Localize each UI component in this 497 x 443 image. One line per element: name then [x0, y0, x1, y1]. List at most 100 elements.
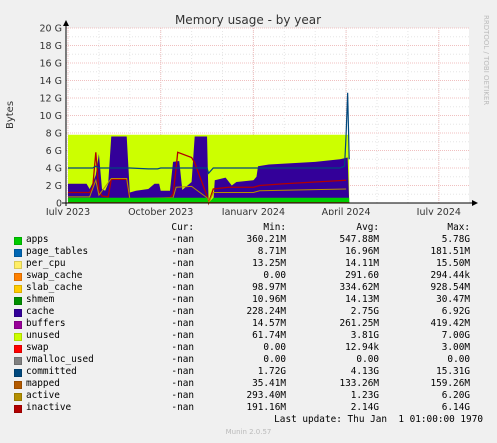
x-ticks: July 2023 October 2023 January 2024 April 2…: [45, 207, 461, 215]
legend-min: 8.71M: [257, 246, 286, 257]
legend-max: 928.54M: [430, 282, 470, 293]
x-tick-label: July 2024: [416, 207, 461, 215]
legend-avg: 261.25M: [339, 318, 379, 329]
munin-version: Munin 2.0.57: [225, 428, 272, 436]
last-update: Last update: Thu Jan 1 01:00:00 1970: [274, 414, 483, 425]
legend-cur: -nan: [171, 282, 194, 293]
legend-swatch: [14, 249, 22, 257]
legend-swatch: [14, 381, 22, 389]
legend-cur: -nan: [171, 234, 194, 245]
legend-row-per-cpu: per_cpu -nan 13.25M 14.11M 15.50M: [14, 258, 484, 270]
legend-avg: 14.11M: [345, 258, 379, 269]
legend-min: 0.00: [263, 270, 286, 281]
header-max: Max:: [447, 222, 470, 233]
legend-cur: -nan: [171, 366, 194, 377]
legend-avg: 291.60: [345, 270, 379, 281]
legend-swatch: [14, 237, 22, 245]
legend-name: slab_cache: [26, 282, 83, 293]
legend-row-unused: unused -nan 61.74M 3.81G 7.00G: [14, 330, 484, 342]
legend-swatch: [14, 285, 22, 293]
legend-row-active: active -nan 293.40M 1.23G 6.20G: [14, 390, 484, 402]
legend-cur: -nan: [171, 294, 194, 305]
x-axis-arrow: [472, 200, 478, 206]
legend-avg: 547.88M: [339, 234, 379, 245]
legend-avg: 14.13M: [345, 294, 379, 305]
legend-header: Cur: Min: Avg: Max:: [14, 222, 484, 234]
legend-swatch: [14, 309, 22, 317]
y-tick-label: 18 G: [40, 41, 62, 52]
legend-cur: -nan: [171, 390, 194, 401]
x-tick-label: April 2024: [322, 207, 371, 215]
y-tick-label: 14 G: [40, 76, 62, 87]
legend-max: 5.78G: [441, 234, 470, 245]
legend-min: 35.41M: [252, 378, 286, 389]
legend-min: 360.21M: [246, 234, 286, 245]
legend-swatch: [14, 405, 22, 413]
legend-cur: -nan: [171, 342, 194, 353]
y-tick-label: 20 G: [40, 24, 62, 35]
x-tick-label: July 2023: [45, 207, 90, 215]
legend-min: 10.96M: [252, 294, 286, 305]
y-tick-label: 6 G: [46, 146, 62, 157]
legend-min: 0.00: [263, 354, 286, 365]
legend-max: 294.44k: [430, 270, 470, 281]
legend-cur: -nan: [171, 354, 194, 365]
legend-swatch: [14, 261, 22, 269]
legend-avg: 133.26M: [339, 378, 379, 389]
legend-max: 419.42M: [430, 318, 470, 329]
legend-name: inactive: [26, 402, 72, 413]
rrdtool-credit: RRDTOOL / TOBI OETIKER: [482, 15, 490, 105]
legend-min: 191.16M: [246, 402, 286, 413]
legend-cur: -nan: [171, 306, 194, 317]
legend-row-vmalloc-used: vmalloc_used -nan 0.00 0.00 0.00: [14, 354, 484, 366]
legend-swatch: [14, 369, 22, 377]
legend-swatch: [14, 393, 22, 401]
y-ticks: 02 G4 G6 G8 G10 G12 G14 G16 G18 G20 G: [40, 24, 62, 210]
y-tick-label: 12 G: [40, 94, 62, 105]
legend-name: page_tables: [26, 246, 89, 257]
legend-row-slab-cache: slab_cache -nan 98.97M 334.62M 928.54M: [14, 282, 484, 294]
legend-avg: 12.94k: [345, 342, 379, 353]
legend-avg: 334.62M: [339, 282, 379, 293]
legend-swatch: [14, 333, 22, 341]
legend-avg: 3.81G: [350, 330, 379, 341]
legend-cur: -nan: [171, 378, 194, 389]
chart-title: Memory usage - by year: [175, 13, 321, 27]
legend-max: 181.51M: [430, 246, 470, 257]
legend-name: swap_cache: [26, 270, 83, 281]
legend-row-buffers: buffers -nan 14.57M 261.25M 419.42M: [14, 318, 484, 330]
legend-name: committed: [26, 366, 77, 377]
legend-name: vmalloc_used: [26, 354, 94, 365]
header-avg: Avg:: [356, 222, 379, 233]
legend-cur: -nan: [171, 258, 194, 269]
legend-name: swap: [26, 342, 49, 353]
legend-cur: -nan: [171, 330, 194, 341]
y-axis-arrow: [63, 20, 69, 26]
legend-avg: 2.75G: [350, 306, 379, 317]
memory-usage-chart: Memory usage - by year Bytes RRDTOOL / T…: [5, 13, 490, 215]
legend-name: per_cpu: [26, 258, 66, 269]
legend-cur: -nan: [171, 270, 194, 281]
y-axis-label: Bytes: [5, 101, 16, 129]
legend-max: 6.92G: [441, 306, 470, 317]
legend-swatch: [14, 321, 22, 329]
legend-name: mapped: [26, 378, 60, 389]
legend-rows: apps -nan 360.21M 547.88M 5.78G page_tables -n…: [14, 234, 484, 414]
legend-min: 0.00: [263, 342, 286, 353]
legend-avg: 0.00: [356, 354, 379, 365]
x-tick-label: October 2023: [128, 207, 193, 215]
legend-row-apps: apps -nan 360.21M 547.88M 5.78G: [14, 234, 484, 246]
legend-max: 6.20G: [441, 390, 470, 401]
legend-row-inactive: inactive -nan 191.16M 2.14G 6.14G: [14, 402, 484, 414]
y-tick-label: 10 G: [40, 111, 62, 122]
legend-max: 159.26M: [430, 378, 470, 389]
y-tick-label: 2 G: [46, 181, 62, 192]
legend-max: 15.31G: [436, 366, 470, 377]
legend-swatch: [14, 297, 22, 305]
header-cur: Cur:: [171, 222, 194, 233]
legend-row-cache: cache -nan 228.24M 2.75G 6.92G: [14, 306, 484, 318]
legend-cur: -nan: [171, 318, 194, 329]
legend-row-shmem: shmem -nan 10.96M 14.13M 30.47M: [14, 294, 484, 306]
legend-name: shmem: [26, 294, 55, 305]
legend-name: unused: [26, 330, 60, 341]
